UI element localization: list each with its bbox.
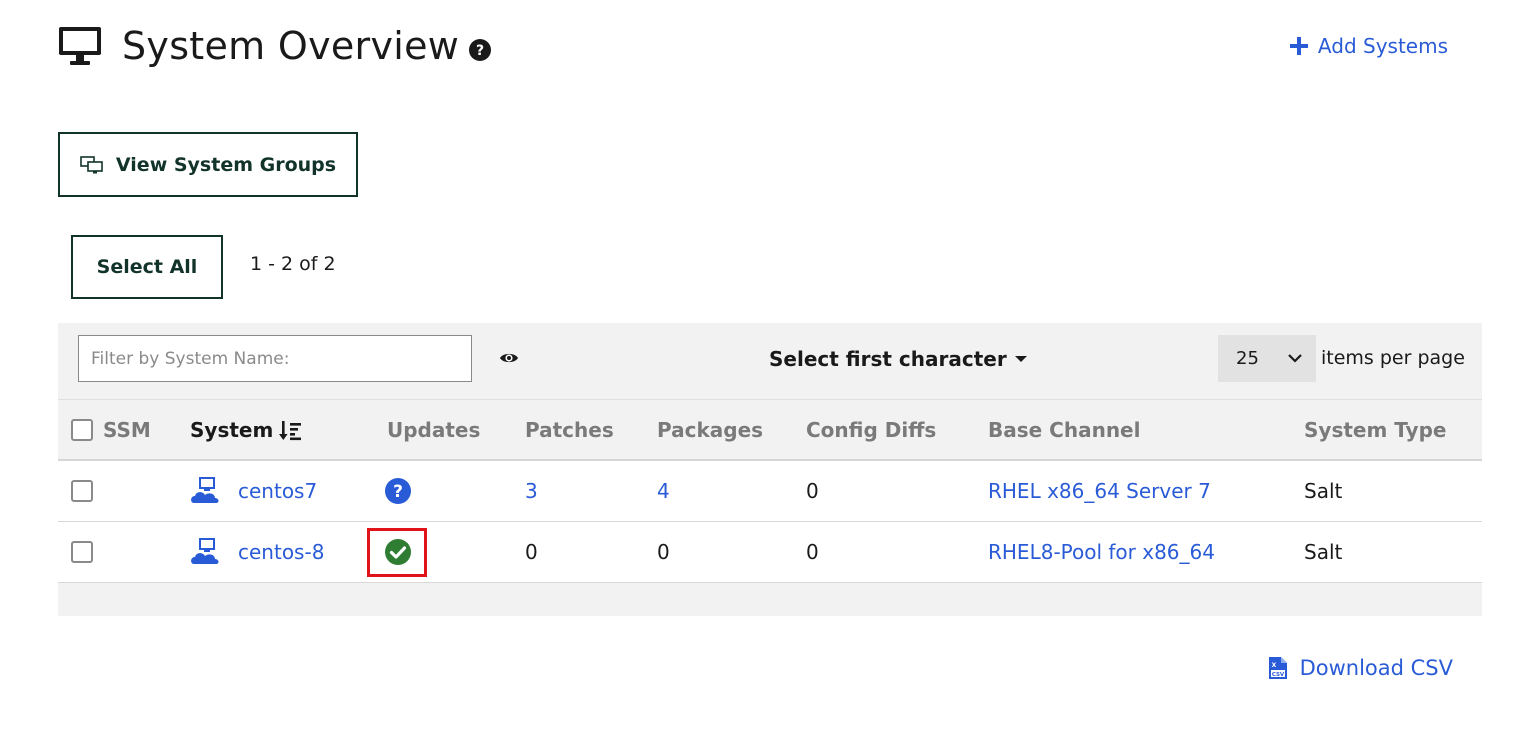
system-cloud-icon: [191, 538, 219, 564]
items-per-page-select[interactable]: 25: [1218, 335, 1316, 382]
items-per-page-label: items per page: [1321, 347, 1465, 369]
monitor-icon: [59, 27, 101, 65]
header-system[interactable]: System: [190, 417, 302, 442]
page-header: System Overview ?: [58, 24, 492, 68]
system-type-value: Salt: [1304, 540, 1343, 564]
items-per-page-value: 25: [1236, 348, 1259, 369]
csv-file-icon: CSV X: [1268, 657, 1287, 679]
system-groups-icon: [80, 155, 103, 173]
header-config-diffs: Config Diffs: [806, 417, 937, 442]
system-type-value: Salt: [1304, 479, 1343, 503]
table-toolbar: Select first character 25 items per page: [58, 323, 1482, 399]
select-all-button[interactable]: Select All: [71, 235, 223, 299]
header-base-channel: Base Channel: [988, 417, 1141, 442]
config-diffs-value: 0: [806, 479, 819, 503]
patches-value: 0: [525, 540, 538, 564]
view-system-groups-button[interactable]: View System Groups: [58, 132, 358, 197]
svg-text:?: ?: [476, 43, 484, 59]
view-system-groups-label: View System Groups: [115, 153, 337, 176]
config-diffs-value: 0: [806, 540, 819, 564]
header-packages: Packages: [657, 417, 764, 442]
help-icon[interactable]: ?: [469, 39, 492, 61]
chevron-down-icon: [1288, 354, 1302, 363]
first-character-dropdown[interactable]: Select first character: [769, 347, 1027, 371]
packages-value: 0: [657, 540, 670, 564]
row-checkbox[interactable]: [71, 480, 93, 502]
table-row: centos7 ? 3 4 0 RHEL x86_64 Server 7 Sal…: [58, 461, 1482, 522]
packages-link[interactable]: 4: [657, 479, 670, 503]
select-all-label: Select All: [96, 256, 198, 278]
header-system-type: System Type: [1304, 417, 1447, 442]
caret-down-icon: [1014, 356, 1027, 362]
download-csv-link[interactable]: CSV X Download CSV: [1268, 656, 1453, 680]
add-systems-label: Add Systems: [1317, 34, 1448, 58]
systems-table-panel: Select first character 25 items per page…: [58, 323, 1482, 616]
row-checkbox[interactable]: [71, 541, 93, 563]
system-cloud-icon: [191, 477, 219, 503]
download-csv-label: Download CSV: [1299, 656, 1453, 680]
question-circle-icon[interactable]: ?: [385, 478, 411, 504]
filter-system-name-input[interactable]: [78, 335, 472, 382]
add-systems-link[interactable]: Add Systems: [1289, 34, 1448, 58]
table-header-row: SSM System Updates Patches Packages Conf…: [58, 399, 1482, 461]
patches-link[interactable]: 3: [525, 479, 538, 503]
system-name-link[interactable]: centos7: [238, 479, 317, 503]
system-name-link[interactable]: centos-8: [238, 540, 324, 564]
header-updates: Updates: [387, 417, 481, 442]
svg-text:CSV: CSV: [1271, 672, 1284, 678]
header-ssm-label: SSM: [103, 417, 151, 442]
page-title: System Overview: [122, 24, 460, 68]
base-channel-link[interactable]: RHEL x86_64 Server 7: [988, 479, 1211, 503]
pagination-count: 1 - 2 of 2: [250, 253, 336, 275]
systems-table: SSM System Updates Patches Packages Conf…: [58, 399, 1482, 583]
eye-icon[interactable]: [499, 351, 519, 365]
plus-icon: [1289, 37, 1308, 55]
header-patches: Patches: [525, 417, 614, 442]
header-ssm: SSM: [71, 418, 151, 442]
select-all-checkbox[interactable]: [71, 418, 93, 441]
first-character-label: Select first character: [769, 347, 1007, 371]
svg-text:?: ?: [393, 482, 403, 502]
sort-descending-icon: [279, 420, 302, 440]
header-system-label: System: [190, 417, 274, 442]
base-channel-link[interactable]: RHEL8-Pool for x86_64: [988, 540, 1215, 564]
check-circle-icon[interactable]: [385, 539, 411, 565]
svg-text:X: X: [1271, 662, 1276, 669]
table-row: centos-8 0 0 0 RHEL8-Pool for x86_64 Sal…: [58, 522, 1482, 583]
